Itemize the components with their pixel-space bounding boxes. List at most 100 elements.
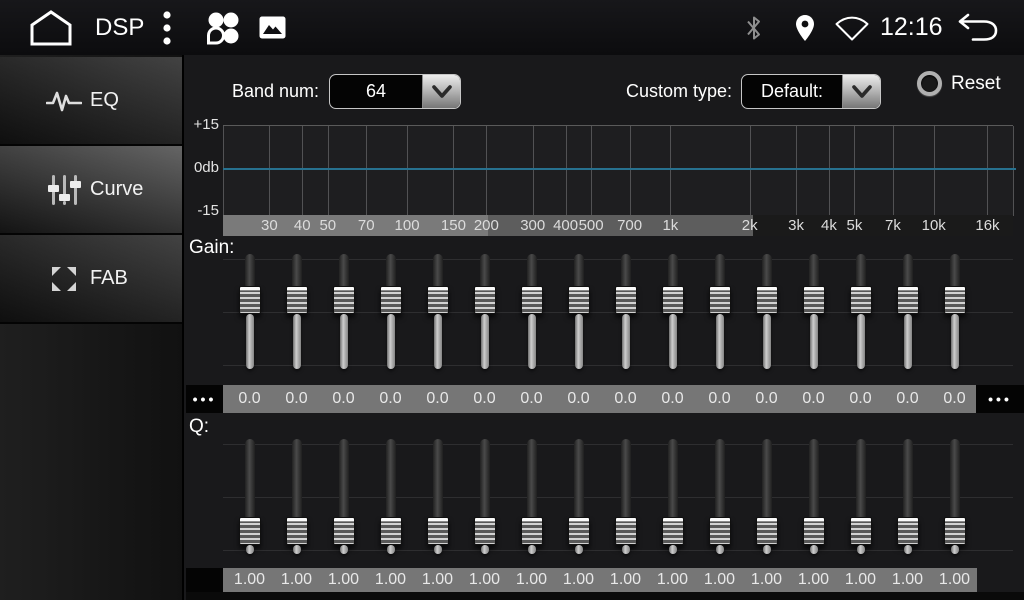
slider-thumb[interactable] [944, 286, 966, 314]
gain-slider[interactable] [931, 252, 978, 372]
slider-thumb[interactable] [239, 286, 261, 314]
slider-thumb[interactable] [850, 517, 872, 545]
eq-curve-plot[interactable] [223, 125, 1013, 216]
slider-thumb[interactable] [756, 517, 778, 545]
slider-thumb[interactable] [756, 286, 778, 314]
q-slider[interactable] [649, 437, 696, 557]
q-values-row: 1.001.001.001.001.001.001.001.001.001.00… [226, 568, 978, 592]
gain-slider[interactable] [696, 252, 743, 372]
slider-thumb[interactable] [333, 517, 355, 545]
slider-thumb[interactable] [944, 517, 966, 545]
q-slider[interactable] [931, 437, 978, 557]
gain-values-row: 0.00.00.00.00.00.00.00.00.00.00.00.00.00… [226, 385, 978, 413]
location-pin-icon [794, 14, 816, 42]
gain-slider[interactable] [649, 252, 696, 372]
slider-thumb[interactable] [521, 517, 543, 545]
q-slider[interactable] [367, 437, 414, 557]
slider-track-lower [246, 314, 254, 369]
band-num-select[interactable]: 64 [329, 74, 461, 109]
slider-track-lower [246, 545, 254, 554]
slider-track-lower [810, 545, 818, 554]
gallery-button[interactable] [254, 0, 290, 55]
q-slider[interactable] [743, 437, 790, 557]
slider-thumb[interactable] [474, 286, 496, 314]
gain-more-left-button[interactable]: ••• [186, 385, 223, 413]
slider-thumb[interactable] [239, 517, 261, 545]
slider-thumb[interactable] [803, 517, 825, 545]
sidebar-item-curve[interactable]: Curve [0, 146, 182, 235]
slider-track-lower [528, 314, 536, 369]
q-slider[interactable] [696, 437, 743, 557]
q-slider[interactable] [226, 437, 273, 557]
gain-slider[interactable] [602, 252, 649, 372]
slider-thumb[interactable] [615, 286, 637, 314]
gain-slider[interactable] [790, 252, 837, 372]
slider-thumb[interactable] [568, 517, 590, 545]
slider-thumb[interactable] [662, 517, 684, 545]
home-button[interactable] [22, 0, 80, 55]
q-slider[interactable] [320, 437, 367, 557]
gain-slider[interactable] [508, 252, 555, 372]
slider-thumb[interactable] [474, 517, 496, 545]
slider-thumb[interactable] [380, 286, 402, 314]
slider-thumb[interactable] [521, 286, 543, 314]
q-slider[interactable] [790, 437, 837, 557]
q-slider[interactable] [555, 437, 602, 557]
q-slider[interactable] [837, 437, 884, 557]
q-value: 1.00 [931, 568, 978, 592]
gain-slider[interactable] [367, 252, 414, 372]
q-slider[interactable] [508, 437, 555, 557]
slider-thumb[interactable] [427, 517, 449, 545]
gain-slider[interactable] [837, 252, 884, 372]
gain-slider[interactable] [461, 252, 508, 372]
reset-button[interactable]: Reset [917, 71, 1001, 96]
fader-arrows-icon [42, 263, 86, 295]
slider-thumb[interactable] [286, 286, 308, 314]
back-button[interactable] [952, 0, 1004, 55]
slider-track-upper [433, 439, 443, 523]
gain-slider[interactable] [743, 252, 790, 372]
q-value: 1.00 [320, 568, 367, 592]
gain-slider[interactable] [226, 252, 273, 372]
y-axis-label: +15 [186, 117, 219, 133]
q-value: 1.00 [414, 568, 461, 592]
slider-thumb[interactable] [803, 286, 825, 314]
gain-value: 0.0 [226, 385, 273, 413]
gain-more-right-button[interactable]: ••• [976, 385, 1024, 413]
slider-thumb[interactable] [615, 517, 637, 545]
gain-slider[interactable] [555, 252, 602, 372]
q-slider[interactable] [602, 437, 649, 557]
q-value: 1.00 [508, 568, 555, 592]
slider-thumb[interactable] [897, 517, 919, 545]
slider-thumb[interactable] [286, 517, 308, 545]
q-slider[interactable] [884, 437, 931, 557]
overflow-menu-button[interactable] [152, 0, 182, 55]
q-slider[interactable] [414, 437, 461, 557]
slider-thumb[interactable] [709, 286, 731, 314]
slider-thumb[interactable] [380, 517, 402, 545]
q-slider[interactable] [461, 437, 508, 557]
gain-slider[interactable] [414, 252, 461, 372]
slider-thumb[interactable] [850, 286, 872, 314]
slider-thumb[interactable] [333, 286, 355, 314]
sidebar-item-fab[interactable]: FAB [0, 235, 182, 324]
grid-line [302, 126, 303, 216]
sidebar-item-eq[interactable]: EQ [0, 57, 182, 146]
frequency-axis-band[interactable]: 304050701001502003004005007001k2k3k4k5k7… [223, 215, 1013, 236]
bluetooth-icon[interactable] [740, 0, 768, 55]
wifi-icon[interactable] [832, 0, 872, 55]
slider-thumb[interactable] [427, 286, 449, 314]
apps-launcher-button[interactable] [200, 0, 246, 55]
gain-slider[interactable] [320, 252, 367, 372]
q-slider[interactable] [273, 437, 320, 557]
location-pin-icon[interactable] [790, 0, 820, 55]
slider-track-upper [715, 439, 725, 523]
custom-type-select[interactable]: Default: [741, 74, 881, 109]
slider-thumb[interactable] [662, 286, 684, 314]
slider-thumb[interactable] [568, 286, 590, 314]
slider-thumb[interactable] [897, 286, 919, 314]
gain-slider[interactable] [884, 252, 931, 372]
freq-tick-label: 50 [319, 215, 336, 236]
slider-thumb[interactable] [709, 517, 731, 545]
gain-slider[interactable] [273, 252, 320, 372]
